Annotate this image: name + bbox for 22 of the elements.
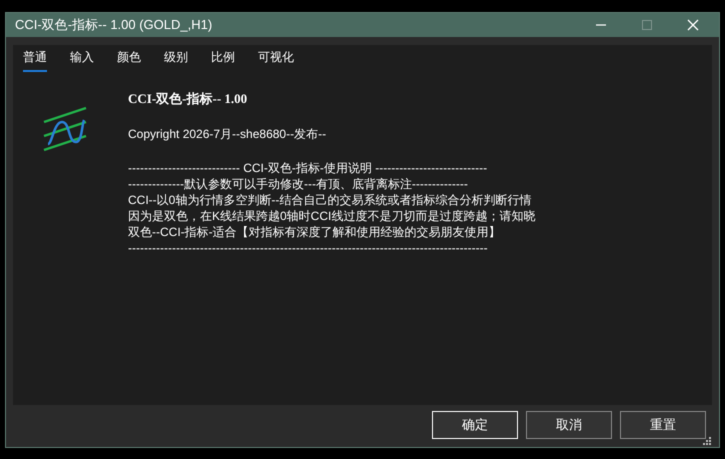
description-line: CCI--以0轴为行情多空判断--结合自己的交易系统或者指标综合分析判断行情 — [128, 192, 532, 208]
tab[interactable]: 级别 — [164, 49, 188, 72]
dialog-button[interactable]: 确定 — [432, 411, 518, 439]
resize-grip-icon[interactable] — [703, 437, 711, 445]
indicator-name: CCI-双色-指标-- 1.00 — [128, 90, 248, 108]
copyright-text: Copyright 2026-7月--she8680--发布-- — [128, 126, 328, 143]
description-line: --------------默认参数可以手动修改---有顶、底背离标注-------------- — [128, 176, 469, 192]
tab[interactable]: 可视化 — [258, 49, 294, 72]
dialog-button[interactable]: 取消 — [526, 411, 612, 439]
description-line: ---------------------------- CCI-双色-指标-使用说明 ---------------------------- — [128, 160, 488, 176]
tab[interactable]: 普通 — [23, 49, 47, 72]
close-icon[interactable] — [687, 19, 699, 31]
dialog-button[interactable]: 重置 — [620, 411, 706, 439]
window-title: CCI-双色-指标-- 1.00 (GOLD_,H1) — [15, 16, 214, 34]
description-line: 双色--CCI-指标-适合【对指标有深度了解和使用经验的交易朋友使用】 — [128, 224, 502, 240]
tab[interactable]: 颜色 — [117, 49, 141, 72]
tab[interactable]: 输入 — [70, 49, 94, 72]
tab[interactable]: 比例 — [211, 49, 235, 72]
description-line: 因为是双色，在K线结果跨越0轴时CCI线过度不是刀切而是过度跨越；请知晓 — [128, 208, 536, 224]
description-line: ------------------------------------------------------------------------------------------ — [128, 240, 489, 256]
indicator-logo-icon — [42, 106, 88, 152]
maximize-icon — [641, 19, 653, 31]
